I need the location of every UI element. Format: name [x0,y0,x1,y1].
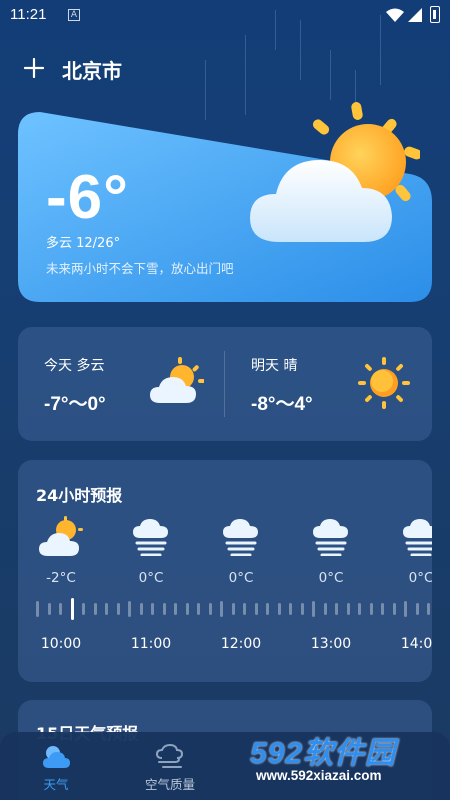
watermark-brand: 592软件园 [250,737,397,770]
timeline-tick [47,603,51,615]
timeline-tick [139,603,143,615]
timeline-tick [70,598,74,620]
fog-icon [133,519,168,556]
fog-icon [223,519,258,556]
timeline-tick [369,603,373,615]
watermark-url: www.592xiazai.com [256,768,382,783]
timeline-tick [151,603,154,615]
partly-cloudy-icon [150,357,204,403]
hourly-title: 24小时预报 [36,486,123,505]
timeline-tick [116,603,120,615]
timeline-tick [162,603,166,615]
wifi-icon [386,8,404,22]
fog-icon [313,519,348,556]
timeline-tick [174,603,177,615]
timeline-tick [105,603,108,615]
timeline-tick [346,603,350,615]
hourly-time: 13:00 [310,636,352,652]
signal-icon [408,8,422,22]
timeline-tick [312,601,315,617]
timeline-tick [289,603,292,615]
tab-weather-label: 天气 [43,777,69,792]
timeline-tick [404,601,407,617]
hourly-temp: 0°C [408,570,432,586]
hourly-temp: 0°C [138,570,164,586]
air-quality-icon [155,744,184,768]
hourly-time: 12:00 [220,636,262,652]
hourly-temp: 0°C [228,570,254,586]
today-label: 今天 多云 [44,358,105,374]
timeline-tick [128,601,131,617]
timeline-tick [208,603,212,615]
hourly-time: 14:00 [400,636,432,652]
hourly-temp: -2°C [46,570,76,586]
current-weather-card[interactable]: -6° 多云 12/26° 未来两小时不会下雪，放心出门吧 [18,102,432,302]
timeline-tick [277,603,281,615]
hourly-temp: 0°C [318,570,344,586]
timeline-tick [415,603,419,615]
status-bar: 11:21 A [0,0,450,30]
condition-date: 多云 12/26° [46,236,121,251]
timeline-tick [93,603,97,615]
tomorrow-range: -8°～4° [251,394,313,415]
current-temperature: -6° [46,163,129,232]
today-summary[interactable]: 今天 多云 -7°～0° [18,327,224,441]
timeline-tick [300,603,304,615]
tab-air-quality-label: 空气质量 [144,777,195,792]
top-bar: 北京市 [23,52,122,86]
timeline-tick [427,603,430,615]
timeline-tick [323,603,327,615]
timeline-tick [381,603,384,615]
sun-icon [358,357,410,409]
timeline-tick [36,601,39,617]
hourly-timeline-slider[interactable] [36,597,432,621]
tomorrow-summary[interactable]: 明天 晴 -8°～4° [225,327,432,441]
timeline-tick [220,601,223,617]
timeline-tick [266,603,269,615]
timeline-tick [185,603,189,615]
two-day-card: 今天 多云 -7°～0° 明天 晴 -8°～4° [18,327,432,441]
weather-icon [43,746,70,768]
timeline-tick [82,603,85,615]
tab-weather[interactable]: 天气 [16,742,96,796]
today-range: -7°～0° [44,394,106,415]
tab-air-quality[interactable]: 空气质量 [130,742,210,796]
timeline-tick [335,603,338,615]
hourly-time: 10:00 [40,636,82,652]
timeline-tick [392,603,396,615]
hourly-time: 11:00 [130,636,172,652]
notification-icon: A [68,9,80,21]
battery-icon [430,6,440,23]
tomorrow-label: 明天 晴 [251,358,298,374]
timeline-tick [59,603,62,615]
city-name[interactable]: 北京市 [62,55,122,84]
timeline-tick [197,603,200,615]
hourly-forecast-card[interactable]: 24小时预报 -2°C 0°C 0°C 0°C 0°C 10:00 11:00 … [18,460,432,682]
fog-icon [403,519,432,556]
timeline-tick [254,603,258,615]
timeline-tick [243,603,246,615]
timeline-tick [231,603,235,615]
status-time: 11:21 [10,6,47,23]
snow-hint: 未来两小时不会下雪，放心出门吧 [46,261,234,276]
sun-behind-cloud-icon [250,102,420,242]
watermark: 592软件园 www.592xiazai.com [246,706,446,796]
add-city-button[interactable] [23,57,48,81]
timeline-tick [358,603,361,615]
partly-cloudy-icon [39,516,83,556]
plus-icon [23,57,45,79]
